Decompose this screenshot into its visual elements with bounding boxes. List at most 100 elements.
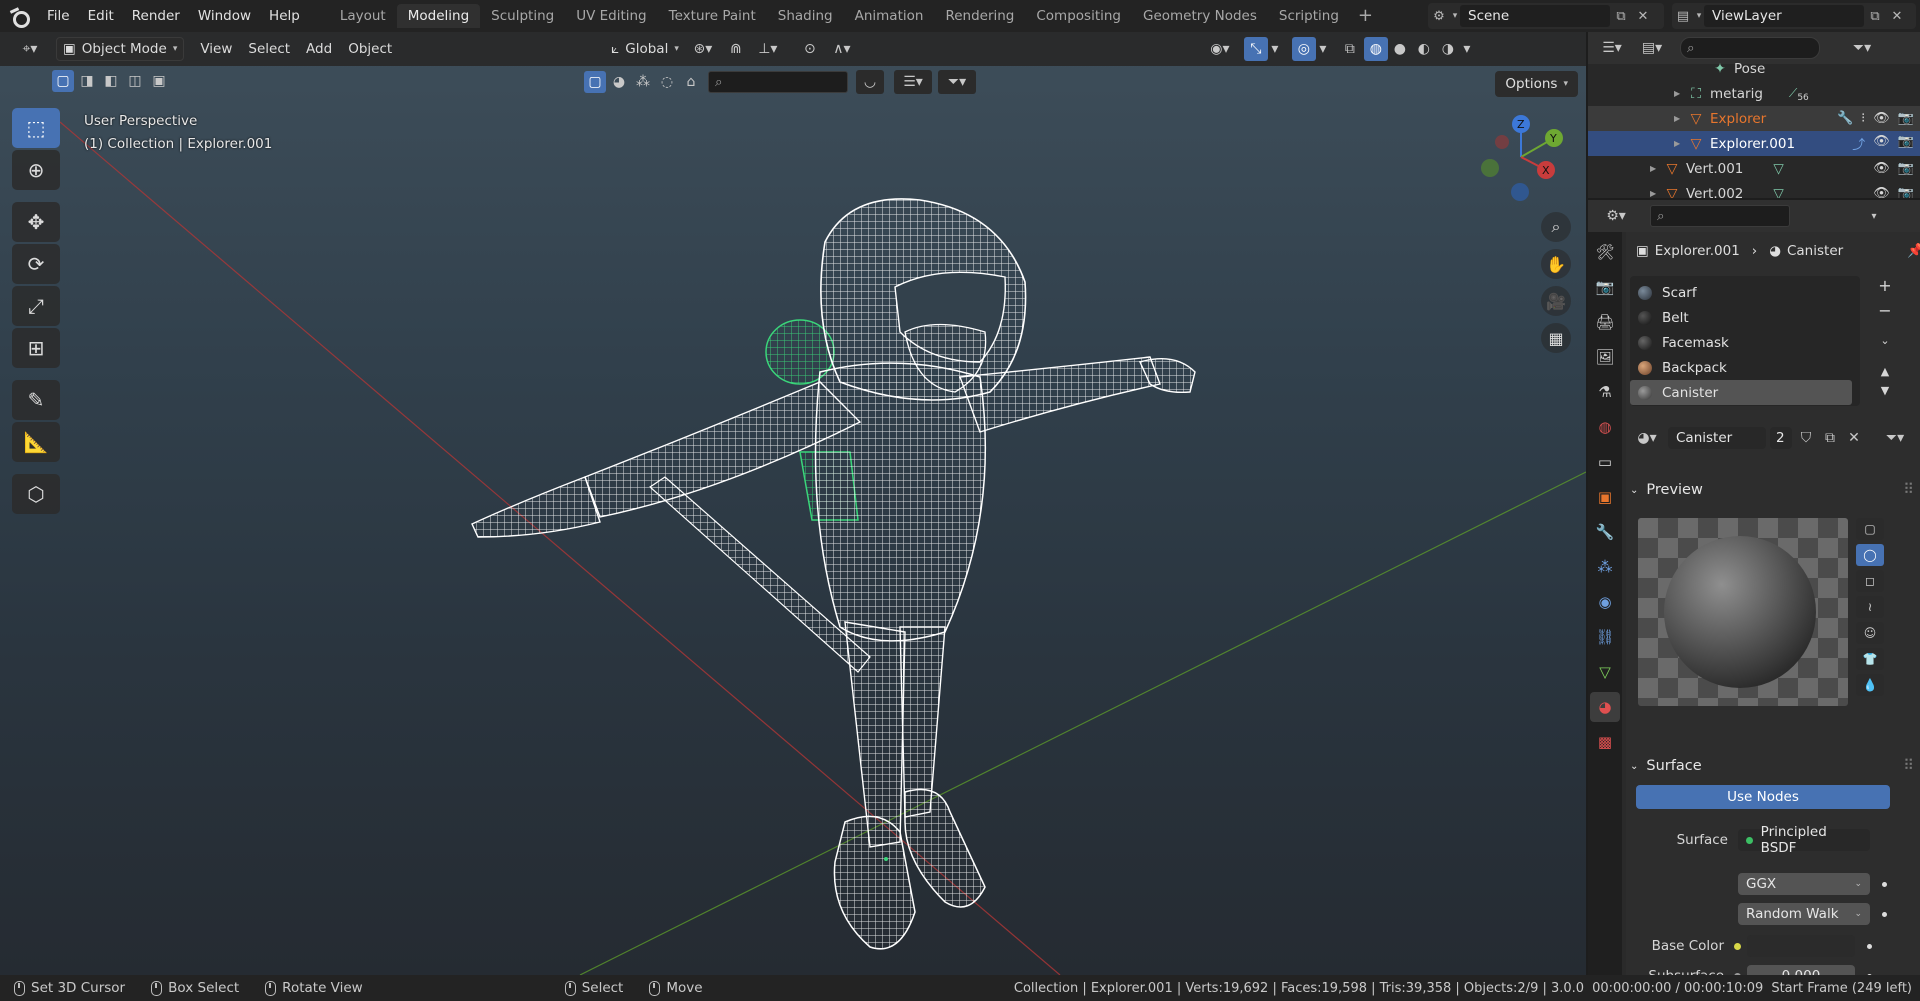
falloff-icon[interactable]: ∧▾ — [825, 37, 859, 61]
move-tool[interactable]: ✥ — [12, 202, 60, 242]
move-up-icon[interactable]: ▲ — [1881, 365, 1889, 378]
add-slot-icon[interactable]: + — [1878, 276, 1891, 295]
tab-texture-paint[interactable]: Texture Paint — [658, 4, 767, 28]
outliner-row-vert-002[interactable]: ▶ ▽ Vert.002 ▽ 👁 📷 — [1588, 181, 1920, 199]
material-slot-facemask[interactable]: Facemask — [1630, 330, 1860, 355]
base-color-swatch[interactable] — [1747, 935, 1855, 957]
menu-window[interactable]: Window — [189, 4, 260, 28]
texture-tab-icon[interactable]: ▩ — [1590, 727, 1620, 757]
snap-target-icon[interactable]: ⊥▾ — [751, 37, 785, 61]
navigation-gizmo[interactable]: Z Y X — [1476, 112, 1566, 202]
properties-editor-type-icon[interactable]: ⚙▾ — [1598, 204, 1634, 228]
collection-tab-icon[interactable]: ▭ — [1590, 447, 1620, 477]
view-layer-tab-icon[interactable]: 🖼 — [1590, 342, 1620, 372]
pin-icon[interactable]: 📌 — [1907, 243, 1920, 259]
monkey-preview-icon[interactable]: ☺ — [1856, 622, 1884, 644]
chevron-down-icon[interactable]: ▾ — [1460, 37, 1474, 61]
duplicate-material-icon[interactable]: ⧉ — [1820, 426, 1840, 450]
output-tab-icon[interactable]: 🖨 — [1590, 307, 1620, 337]
left-boot-mesh[interactable] — [833, 815, 916, 950]
measure-tool[interactable]: 📐 — [12, 422, 60, 462]
sphere-preview-icon[interactable]: ◯ — [1856, 544, 1884, 566]
chevron-down-icon[interactable]: ▾ — [1268, 37, 1282, 61]
material-shading-icon[interactable]: ◐ — [1412, 37, 1436, 61]
eye-icon[interactable]: 👁 — [1873, 161, 1890, 176]
expand-triangle-icon[interactable]: ▶ — [1674, 139, 1688, 148]
close-icon[interactable]: ✕ — [1632, 5, 1654, 27]
constraints-tab-icon[interactable]: ⛓ — [1590, 622, 1620, 652]
material-slot-belt[interactable]: Belt — [1630, 305, 1860, 330]
cursor-tool[interactable]: ⊕ — [12, 150, 60, 190]
left-leg-mesh[interactable] — [844, 621, 906, 848]
tab-modeling[interactable]: Modeling — [396, 4, 481, 28]
zoom-icon[interactable]: ⌕ — [1541, 212, 1571, 242]
expand-triangle-icon[interactable]: ▶ — [1674, 89, 1688, 98]
select-extend-icon[interactable]: ◨ — [76, 70, 98, 92]
visibility-icon[interactable]: ◉▾ — [1202, 37, 1238, 61]
camera-icon[interactable]: 📷 — [1898, 161, 1914, 176]
menu-view[interactable]: View — [192, 37, 240, 61]
modifier-tab-icon[interactable]: 🔧 — [1590, 517, 1620, 547]
select-subtract-icon[interactable]: ◧ — [100, 70, 122, 92]
tab-sculpting[interactable]: Sculpting — [480, 4, 565, 28]
pan-hand-icon[interactable]: ✋ — [1541, 249, 1571, 279]
select-new-icon[interactable]: ▢ — [52, 70, 74, 92]
add-workspace-button[interactable]: + — [1350, 4, 1381, 28]
data-tab-icon[interactable]: ▽ — [1590, 657, 1620, 687]
blender-logo-icon[interactable] — [10, 6, 30, 28]
chevron-down-icon[interactable]: ▾ — [1316, 37, 1330, 61]
select-intersect-icon[interactable]: ▣ — [148, 70, 170, 92]
rotate-tool[interactable]: ⟳ — [12, 244, 60, 284]
modifier-wrench-icon[interactable]: 🔧 — [1837, 111, 1853, 126]
proportional-edit-icon[interactable]: ⊙ — [795, 37, 825, 61]
cube-preview-icon[interactable]: ◻ — [1856, 570, 1884, 592]
world-filter-icon[interactable]: ◌ — [656, 71, 678, 93]
options-dropdown[interactable]: Options ▾ — [1495, 71, 1578, 97]
menu-file[interactable]: File — [38, 4, 79, 28]
material-name-field[interactable]: Canister — [1668, 427, 1766, 449]
transform-tool[interactable]: ⊞ — [12, 328, 60, 368]
tab-shading[interactable]: Shading — [767, 4, 844, 28]
eye-icon[interactable]: 👁 — [1873, 111, 1890, 126]
perspective-grid-icon[interactable]: ▦ — [1541, 323, 1571, 353]
light-filter-icon[interactable]: ⌂ — [680, 71, 702, 93]
outliner-row-pose[interactable]: ✦ Pose — [1588, 56, 1920, 81]
add-cube-tool[interactable]: ⬡ — [12, 474, 60, 514]
3d-viewport[interactable]: ⌖▾ ▣ Object Mode ▾ View Select Add Objec… — [0, 32, 1586, 975]
new-view-layer-icon[interactable]: ⧉ — [1864, 5, 1886, 27]
explorer-mesh[interactable] — [471, 198, 1196, 950]
rendered-shading-icon[interactable]: ◑ — [1436, 37, 1460, 61]
xray-icon[interactable]: ⧉ — [1338, 37, 1362, 61]
select-box-tool[interactable]: ⬚ — [12, 108, 60, 148]
chevron-down-icon[interactable]: ⌄ — [1880, 334, 1889, 347]
outliner-row-explorer-001[interactable]: ▶ ▽ Explorer.001 ⤴ 👁 📷 — [1588, 131, 1920, 156]
tool-tab-icon[interactable]: 🛠 — [1590, 237, 1620, 267]
camera-view-icon[interactable]: 🎥 — [1541, 286, 1571, 316]
neg-y-axis-ball[interactable] — [1481, 159, 1499, 177]
snap-icon[interactable]: ⋒ — [721, 37, 751, 61]
mesh-filter-icon[interactable]: ▢ — [584, 71, 606, 93]
left-hand-mesh[interactable] — [471, 476, 601, 538]
chevron-down-icon[interactable]: ▾ — [1864, 204, 1884, 228]
tab-animation[interactable]: Animation — [844, 4, 935, 28]
eye-icon[interactable]: 👁 — [1873, 134, 1890, 153]
material-tab-icon[interactable]: ◕ — [1590, 692, 1620, 722]
outliner-row-metarig[interactable]: ▶ ⛶ metarig ⟋ 56 — [1588, 81, 1920, 106]
tab-compositing[interactable]: Compositing — [1025, 4, 1132, 28]
surface-panel-header[interactable]: ⌄ Surface ⠿ — [1630, 752, 1914, 780]
new-scene-icon[interactable]: ⧉ — [1610, 5, 1632, 27]
wireframe-shading-icon[interactable]: ◍ — [1363, 37, 1388, 61]
outliner-row-explorer[interactable]: ▶ ▽ Explorer 🔧 ⁝ 👁 📷 — [1588, 106, 1920, 131]
physics-tab-icon[interactable]: ◉ — [1590, 587, 1620, 617]
menu-object[interactable]: Object — [340, 37, 400, 61]
material-slot-scarf[interactable]: Scarf — [1630, 280, 1860, 305]
expand-triangle-icon[interactable]: ▶ — [1650, 189, 1664, 198]
use-nodes-button[interactable]: Use Nodes — [1636, 785, 1890, 809]
drag-handle-icon[interactable]: ⠿ — [1903, 758, 1914, 774]
scene-name-field[interactable]: Scene — [1460, 5, 1610, 27]
viewport-search-input[interactable]: ⌕ — [708, 71, 848, 93]
outliner-row-vert-001[interactable]: ▶ ▽ Vert.001 ▽ 👁 📷 — [1588, 156, 1920, 181]
particles-filter-icon[interactable]: ⁂ — [632, 71, 654, 93]
select-invert-icon[interactable]: ◫ — [124, 70, 146, 92]
keyframe-dot-icon[interactable] — [1882, 881, 1887, 887]
